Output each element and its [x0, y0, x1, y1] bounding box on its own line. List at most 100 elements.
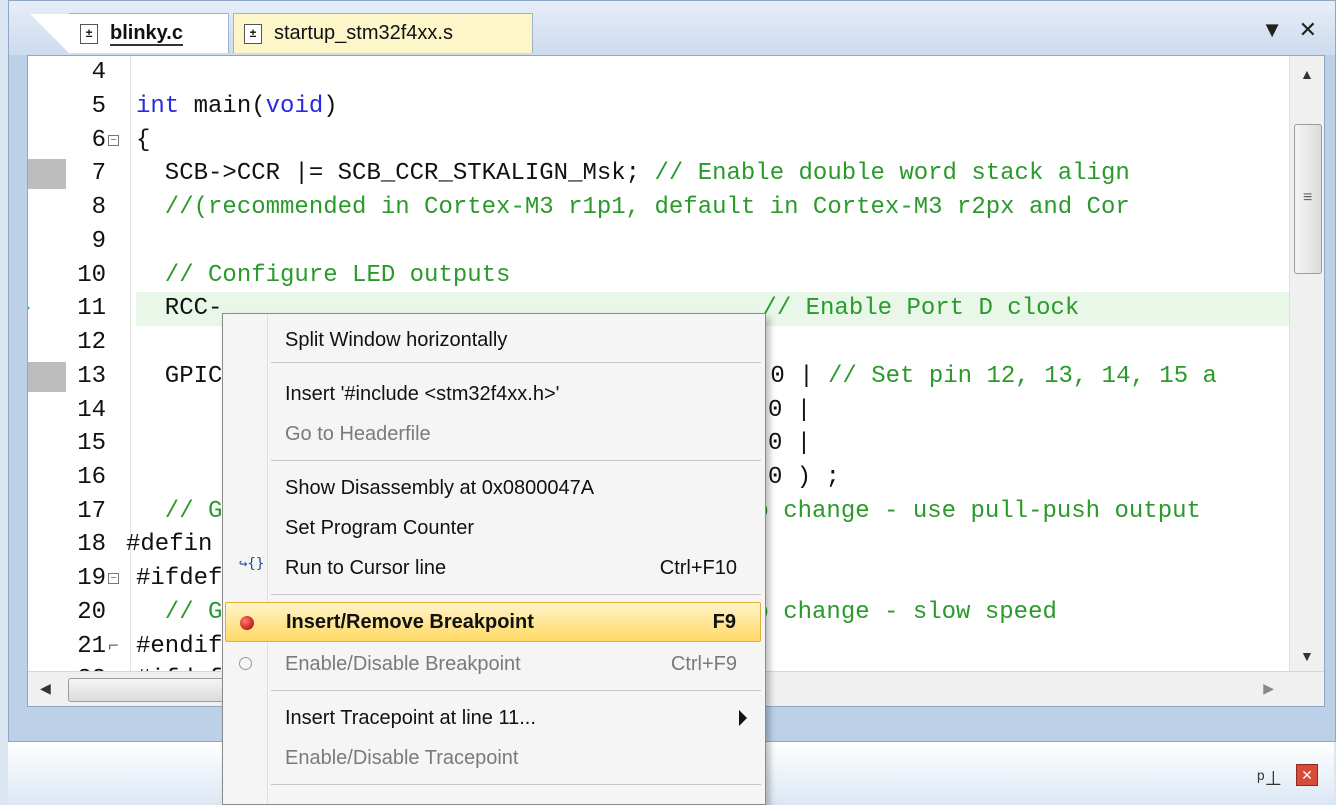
menu-item-label: Split Window horizontally [285, 328, 508, 351]
menu-item-run-to-cursor[interactable]: ↪{} Run to Cursor line Ctrl+F10 [225, 548, 761, 588]
menu-item-label: Run to Cursor line [285, 556, 447, 579]
breakpoint-hollow-icon [239, 657, 252, 670]
code-text: int main(void) [136, 90, 1290, 124]
menu-item-label: Go to Headerfile [285, 422, 431, 445]
code-line[interactable]: 6 − { [28, 124, 1290, 158]
code-fragment: GPIC [136, 363, 223, 391]
line-number: 8 [91, 194, 106, 222]
code-coverage-marker [28, 362, 66, 392]
line-number: 13 [77, 363, 106, 391]
code-fragment: main( [179, 93, 266, 121]
code-line[interactable]: 4 [28, 56, 1290, 90]
line-number: 18 [77, 531, 106, 559]
code-fragment: 0 | [770, 363, 829, 391]
comment: // G [136, 498, 223, 526]
line-number: 5 [91, 93, 106, 121]
code-text: SCB->CCR |= SCB_CCR_STKALIGN_Msk; // Ena… [136, 157, 1290, 191]
fold-toggle-icon[interactable]: − [108, 562, 122, 596]
menu-separator [271, 362, 761, 363]
grip-icon: ≡ [1303, 189, 1313, 206]
menu-item-shortcut: Ctrl+F9 [670, 652, 737, 675]
close-panel-icon[interactable]: ✕ [1296, 764, 1318, 786]
asm-file-icon: ± [244, 23, 262, 44]
code-text: { [136, 127, 151, 155]
menu-item-label: Insert Tracepoint at line 11... [285, 706, 536, 729]
fold-toggle-icon[interactable]: − [108, 124, 122, 158]
code-line[interactable]: 9 [28, 225, 1290, 259]
context-menu: Split Window horizontally Insert '#inclu… [222, 313, 766, 805]
line-number: 11 [77, 295, 106, 323]
code-line[interactable]: 7 SCB->CCR |= SCB_CCR_STKALIGN_Msk; // E… [28, 157, 1290, 191]
comment: // Enable Port D clock [762, 295, 1080, 323]
line-number: 4 [91, 59, 106, 87]
menu-item-insert-remove-breakpoint[interactable]: Insert/Remove Breakpoint F9 [225, 602, 761, 642]
code-fragment: RCC- [136, 295, 223, 323]
run-to-cursor-icon: ↪{} [239, 556, 265, 572]
comment: //(recommended in Cortex-M3 r1p1, defaul… [136, 194, 1130, 222]
scroll-up-icon[interactable]: ▲ [1300, 66, 1314, 82]
menu-item-label: Insert '#include <stm32f4xx.h>' [285, 382, 560, 405]
menu-item-label: Enable/Disable Breakpoint [285, 652, 521, 675]
menu-item-label: Set Program Counter [285, 516, 474, 539]
menu-item-go-to-headerfile[interactable]: Go to Headerfile [225, 414, 761, 454]
line-number: 10 [77, 262, 106, 290]
line-number: 17 [77, 498, 106, 526]
tab-bar: ± blinky.c ± startup_stm32f4xx.s ▼ ✕ [9, 1, 1335, 55]
scroll-left-icon[interactable]: ◀ [40, 680, 51, 697]
fold-end-marker: ⌐ [108, 636, 119, 657]
vertical-scrollbar[interactable]: ▲ ≡ ▼ [1289, 56, 1324, 672]
current-line-arrow-icon [28, 296, 30, 320]
code-fragment: 0 | [768, 397, 812, 425]
comment: // Configure LED outputs [136, 262, 511, 290]
tab-startup-stm32f4xx-s[interactable]: ± startup_stm32f4xx.s [233, 13, 533, 53]
menu-separator [271, 594, 761, 595]
menu-item-insert-include[interactable]: Insert '#include <stm32f4xx.h>' [225, 374, 761, 414]
line-number: 15 [77, 430, 106, 458]
horizontal-scroll-thumb[interactable] [68, 678, 230, 702]
tab-blinky-c[interactable]: ± blinky.c [30, 13, 229, 54]
tab-label: blinky.c [110, 21, 183, 46]
menu-item-show-disassembly[interactable]: Show Disassembly at 0x0800047A [225, 468, 761, 508]
code-coverage-marker [28, 159, 66, 189]
code-line[interactable]: 5 int main(void) [28, 90, 1290, 124]
submenu-arrow-icon [739, 710, 747, 726]
menu-item-enable-disable-tracepoint[interactable]: Enable/Disable Tracepoint [225, 738, 761, 778]
line-number: 20 [77, 599, 106, 627]
code-fragment: 0 ) ; [768, 464, 841, 492]
breakpoint-icon [240, 616, 254, 630]
close-tab-icon[interactable]: ✕ [1299, 17, 1317, 43]
menu-separator [271, 460, 761, 461]
menu-item-label: Enable/Disable Tracepoint [285, 746, 519, 769]
menu-item-enable-disable-breakpoint[interactable]: Enable/Disable Breakpoint Ctrl+F9 [225, 644, 761, 684]
comment: o change - use pull-push output [754, 498, 1201, 526]
menu-item-label: Insert/Remove Breakpoint [286, 610, 534, 633]
code-fragment: 0 | [768, 430, 812, 458]
line-number: 12 [77, 329, 106, 357]
code-fragment: ) [323, 93, 338, 121]
scroll-right-icon[interactable]: ▶ [1263, 680, 1274, 697]
menu-separator [271, 784, 761, 785]
line-number: 7 [91, 160, 106, 188]
pin-icon[interactable]: ᵖ⊥ [1257, 766, 1282, 791]
menu-item-insert-tracepoint[interactable]: Insert Tracepoint at line 11... [225, 698, 761, 738]
line-number: 14 [77, 397, 106, 425]
menu-item-shortcut: F9 [712, 610, 736, 633]
code-line[interactable]: 8 //(recommended in Cortex-M3 r1p1, defa… [28, 191, 1290, 225]
line-number: 19 [77, 565, 106, 593]
comment: // Set pin 12, 13, 14, 15 a [828, 363, 1217, 391]
comment: // Enable double word stack align [654, 160, 1130, 188]
scroll-down-icon[interactable]: ▼ [1300, 648, 1314, 664]
line-number: 6 [91, 127, 106, 155]
keyword: void [265, 93, 324, 121]
tab-label: startup_stm32f4xx.s [274, 22, 453, 44]
vertical-scroll-thumb[interactable]: ≡ [1294, 124, 1322, 274]
menu-separator [271, 690, 761, 691]
menu-item-split-window[interactable]: Split Window horizontally [225, 320, 761, 360]
c-file-icon: ± [80, 23, 98, 44]
menu-item-set-program-counter[interactable]: Set Program Counter [225, 508, 761, 548]
comment: o change - slow speed [754, 599, 1057, 627]
tab-dropdown-icon[interactable]: ▼ [1261, 17, 1283, 43]
code-line[interactable]: 10 // Configure LED outputs [28, 259, 1290, 293]
keyword: int [136, 93, 180, 121]
